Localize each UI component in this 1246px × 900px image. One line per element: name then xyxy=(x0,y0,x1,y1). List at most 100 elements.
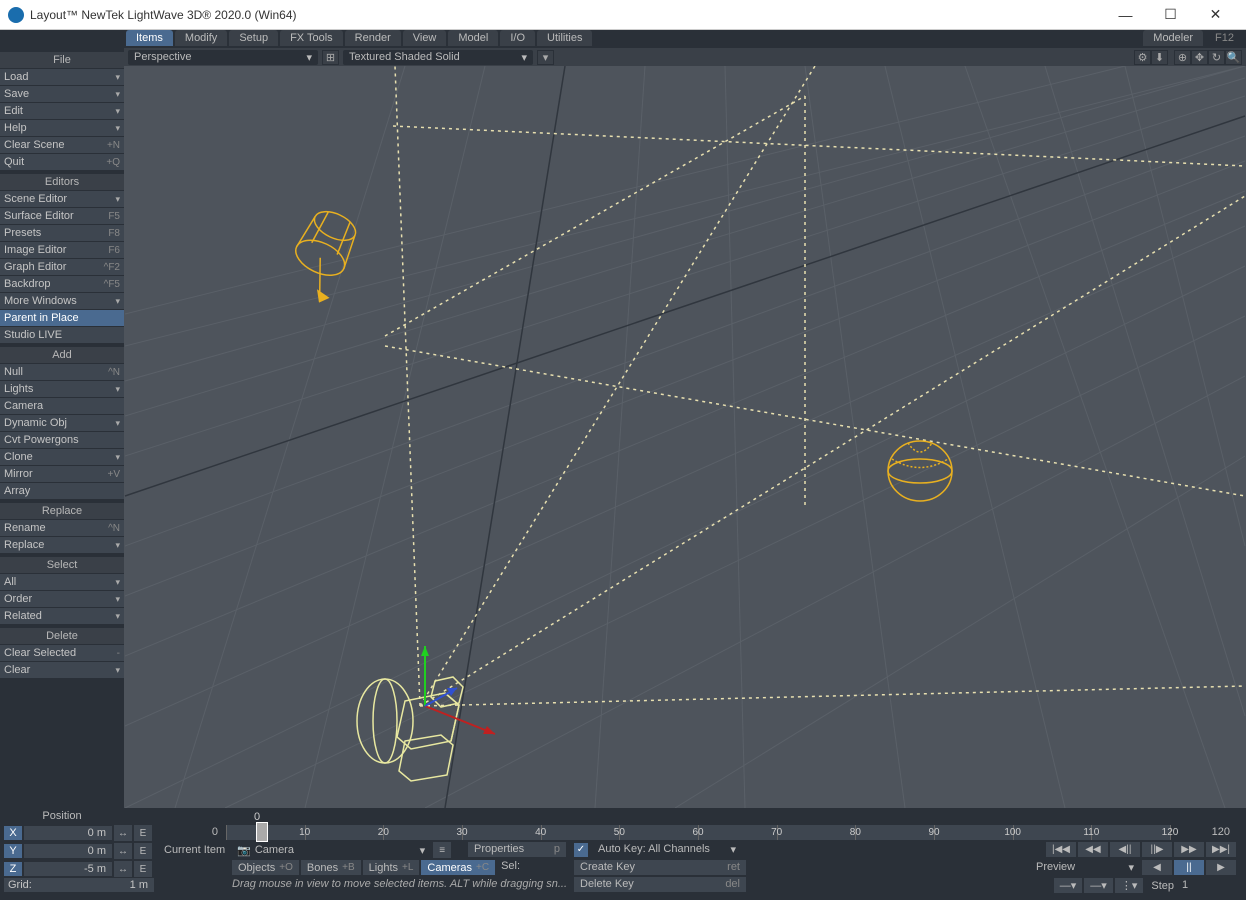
side-null[interactable]: Null^N xyxy=(0,364,124,380)
step-dd-1[interactable]: —▾ xyxy=(1054,878,1083,893)
side-graph-editor[interactable]: Graph Editor^F2 xyxy=(0,259,124,275)
view-mode-dropdown[interactable]: Perspective▾ xyxy=(128,50,318,65)
search-icon[interactable]: 🔍 xyxy=(1225,50,1242,65)
goto-start-button[interactable]: |◀◀ xyxy=(1046,842,1076,857)
tab-setup[interactable]: Setup xyxy=(229,30,278,46)
play-back-button[interactable]: ◀ xyxy=(1142,860,1172,875)
step-dd-2[interactable]: —▾ xyxy=(1084,878,1113,893)
side-clear[interactable]: Clear▾ xyxy=(0,662,124,678)
goto-end-button[interactable]: ▶▶| xyxy=(1206,842,1236,857)
current-item-dropdown[interactable]: 📷 Camera ▾ xyxy=(231,843,431,858)
axis-y[interactable]: Y xyxy=(4,844,22,858)
side-lights[interactable]: Lights▾ xyxy=(0,381,124,397)
sel-lights[interactable]: Lights+L xyxy=(363,860,420,875)
coord-x-value[interactable]: 0 m xyxy=(24,826,112,840)
side-array[interactable]: Array xyxy=(0,483,124,499)
current-item-menu[interactable]: ≡ xyxy=(433,842,451,858)
sel-bones[interactable]: Bones+B xyxy=(301,860,361,875)
grid-display: Grid: 1 m xyxy=(4,878,154,892)
side-all[interactable]: All▾ xyxy=(0,574,124,590)
orbit-icon[interactable]: ⊕ xyxy=(1174,50,1191,65)
tab-modeler[interactable]: Modeler xyxy=(1143,30,1203,46)
tab-items[interactable]: Items xyxy=(126,30,173,46)
side-cvt-powergons[interactable]: Cvt Powergons xyxy=(0,432,124,448)
eye-icon[interactable]: ▾ xyxy=(537,50,554,65)
step-back-button[interactable]: ◀|| xyxy=(1110,842,1140,857)
tab-view[interactable]: View xyxy=(403,30,447,46)
coord-z-spinner[interactable]: ↔ xyxy=(114,861,132,877)
side-rename[interactable]: Rename^N xyxy=(0,520,124,536)
pause-button[interactable]: || xyxy=(1174,860,1204,875)
side-presets[interactable]: PresetsF8 xyxy=(0,225,124,241)
sel-objects[interactable]: Objects+O xyxy=(232,860,299,875)
next-key-button[interactable]: ▶▶ xyxy=(1174,842,1204,857)
axis-z[interactable]: Z xyxy=(4,862,22,876)
timeline-track[interactable]: 1020304050607080901001101200 xyxy=(226,825,1170,840)
timeline[interactable]: 0 1020304050607080901001101200 120 xyxy=(160,824,1236,840)
side-save[interactable]: Save▾ xyxy=(0,86,124,102)
coord-x-env[interactable]: E xyxy=(134,825,152,841)
side-clear-scene[interactable]: Clear Scene+N xyxy=(0,137,124,153)
side-replace[interactable]: Replace▾ xyxy=(0,537,124,553)
side-order[interactable]: Order▾ xyxy=(0,591,124,607)
play-button[interactable]: ▶ xyxy=(1206,860,1236,875)
maximize-button[interactable]: ☐ xyxy=(1148,0,1193,29)
autokey-dropdown[interactable]: Auto Key: All Channels▾ xyxy=(592,842,742,857)
zoom-icon[interactable]: ↻ xyxy=(1208,50,1225,65)
tab-fx-tools[interactable]: FX Tools xyxy=(280,30,343,46)
side-related[interactable]: Related▾ xyxy=(0,608,124,624)
side-help[interactable]: Help▾ xyxy=(0,120,124,136)
autokey-checkbox[interactable]: ✓ xyxy=(574,843,588,857)
wireframe-icon[interactable]: ⊞ xyxy=(322,50,339,65)
tab-model[interactable]: Model xyxy=(448,30,498,46)
coord-x-spinner[interactable]: ↔ xyxy=(114,825,132,841)
side-studio-live[interactable]: Studio LIVE xyxy=(0,327,124,343)
axis-x[interactable]: X xyxy=(4,826,22,840)
side-load[interactable]: Load▾ xyxy=(0,69,124,85)
side-dynamic-obj[interactable]: Dynamic Obj▾ xyxy=(0,415,124,431)
properties-button[interactable]: Properties p xyxy=(468,842,566,857)
coord-y-value[interactable]: 0 m xyxy=(24,844,112,858)
prev-key-button[interactable]: ◀◀ xyxy=(1078,842,1108,857)
export-icon[interactable]: ⬇ xyxy=(1151,50,1168,65)
close-button[interactable]: ✕ xyxy=(1193,0,1238,29)
coord-y-env[interactable]: E xyxy=(134,843,152,859)
side-camera[interactable]: Camera xyxy=(0,398,124,414)
side-scene-editor[interactable]: Scene Editor▾ xyxy=(0,191,124,207)
step-value[interactable]: 1 xyxy=(1176,878,1236,893)
tab-f12[interactable]: F12 xyxy=(1205,30,1244,46)
shade-mode-dropdown[interactable]: Textured Shaded Solid▾ xyxy=(343,50,533,65)
side-edit[interactable]: Edit▾ xyxy=(0,103,124,119)
timeline-end[interactable]: 120 xyxy=(1172,825,1236,840)
side-clone[interactable]: Clone▾ xyxy=(0,449,124,465)
side-mirror[interactable]: Mirror+V xyxy=(0,466,124,482)
timeline-start[interactable]: 0 xyxy=(160,825,224,840)
tab-utilities[interactable]: Utilities xyxy=(537,30,592,46)
coord-y-spinner[interactable]: ↔ xyxy=(114,843,132,859)
create-key-button[interactable]: Create Key ret xyxy=(574,860,746,875)
side-surface-editor[interactable]: Surface EditorF5 xyxy=(0,208,124,224)
gear-icon[interactable]: ⚙ xyxy=(1134,50,1151,65)
coord-z-env[interactable]: E xyxy=(134,861,152,877)
sel-cameras[interactable]: Cameras+C xyxy=(421,860,495,875)
pan-icon[interactable]: ✥ xyxy=(1191,50,1208,65)
side-backdrop[interactable]: Backdrop^F5 xyxy=(0,276,124,292)
minimize-button[interactable]: — xyxy=(1103,0,1148,29)
view-mode-label: Perspective xyxy=(134,51,300,63)
side-parent-in-place[interactable]: Parent in Place xyxy=(0,310,124,326)
delete-key-button[interactable]: Delete Key del xyxy=(574,877,746,892)
side-clear-selected[interactable]: Clear Selected- xyxy=(0,645,124,661)
window-title: Layout™ NewTek LightWave 3D® 2020.0 (Win… xyxy=(30,8,1103,22)
step-dd-3[interactable]: ⋮▾ xyxy=(1115,878,1144,893)
tab-modify[interactable]: Modify xyxy=(175,30,227,46)
side-more-windows[interactable]: More Windows▾ xyxy=(0,293,124,309)
coord-z-value[interactable]: -5 m xyxy=(24,862,112,876)
tab-render[interactable]: Render xyxy=(345,30,401,46)
step-fwd-button[interactable]: ||▶ xyxy=(1142,842,1172,857)
tab-i/o[interactable]: I/O xyxy=(500,30,535,46)
side-image-editor[interactable]: Image EditorF6 xyxy=(0,242,124,258)
timeline-cursor[interactable] xyxy=(256,822,268,842)
side-quit[interactable]: Quit+Q xyxy=(0,154,124,170)
preview-dropdown[interactable]: Preview▾ xyxy=(1030,860,1140,875)
viewport-3d[interactable] xyxy=(124,66,1246,808)
